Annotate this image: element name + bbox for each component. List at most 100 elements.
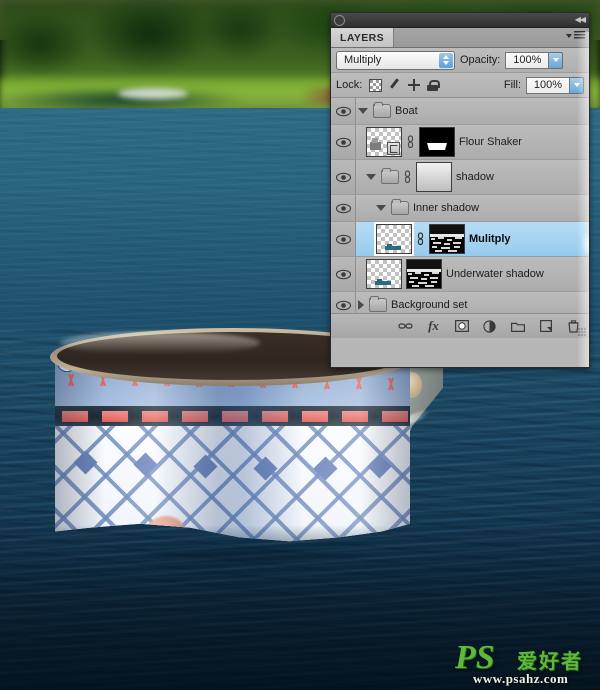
- red-tick-motif: [341, 410, 369, 423]
- blend-mode-select[interactable]: Multiply: [336, 50, 455, 70]
- chevron-down-icon: [566, 33, 572, 38]
- layer-visibility-toggle[interactable]: [331, 257, 356, 291]
- site-watermark: PS 爱好者 www.psahz.com: [455, 641, 595, 687]
- peach-figure-motif: [147, 516, 185, 542]
- link-icon[interactable]: [416, 232, 425, 246]
- layer-content[interactable]: Inner shadow: [356, 195, 589, 221]
- table-row[interactable]: Boat: [331, 98, 589, 125]
- table-row[interactable]: Mulitply: [331, 222, 589, 257]
- opacity-label: Opacity:: [460, 54, 501, 66]
- layer-content[interactable]: Flour Shaker: [356, 125, 589, 159]
- pot-waterline-shading: [55, 525, 410, 542]
- adjustment-layer-icon[interactable]: [482, 319, 497, 334]
- eye-icon: [335, 137, 351, 148]
- eye-icon: [335, 172, 351, 183]
- red-tick-motif: [221, 410, 249, 423]
- layer-list[interactable]: Boat Flour Shaker shadow Inner shadow Mu…: [331, 98, 589, 313]
- lock-image-icon[interactable]: [389, 79, 401, 91]
- panel-titlebar[interactable]: ◀◀: [331, 13, 589, 28]
- panel-menu-button[interactable]: [566, 31, 585, 40]
- floret-motif: [351, 377, 367, 389]
- disclosure-triangle-icon[interactable]: [376, 205, 386, 211]
- layer-content[interactable]: shadow: [356, 160, 589, 194]
- watermark-chinese-text: 爱好者: [517, 651, 583, 673]
- layer-content[interactable]: Background set: [356, 292, 589, 313]
- layer-name: Flour Shaker: [459, 136, 522, 148]
- eye-icon: [335, 203, 351, 214]
- red-tick-motif: [261, 410, 289, 423]
- opacity-control[interactable]: 100%: [505, 51, 564, 69]
- red-tick-motif: [381, 410, 409, 423]
- layer-thumbnail[interactable]: [366, 259, 402, 289]
- table-row[interactable]: Flour Shaker: [331, 125, 589, 160]
- floret-motif: [63, 374, 79, 386]
- layer-visibility-toggle[interactable]: [331, 222, 356, 256]
- panel-footer-toolbar[interactable]: fx: [331, 313, 589, 338]
- disclosure-triangle-icon[interactable]: [358, 300, 364, 310]
- layer-content[interactable]: Mulitply: [356, 222, 589, 256]
- lock-row[interactable]: Lock: Fill: 100%: [331, 73, 589, 98]
- red-tick-motif: [61, 410, 89, 423]
- folder-icon: [391, 199, 409, 215]
- table-row[interactable]: Underwater shadow: [331, 257, 589, 292]
- folder-icon: [373, 102, 391, 118]
- lock-transparency-icon[interactable]: [369, 78, 383, 92]
- group-mask-thumbnail[interactable]: [416, 162, 452, 192]
- layer-visibility-toggle[interactable]: [331, 292, 356, 313]
- lock-label: Lock:: [336, 79, 363, 91]
- watermark-logo: PS: [455, 639, 495, 676]
- smart-object-badge-icon: [387, 142, 400, 155]
- blend-mode-stepper[interactable]: [439, 52, 453, 68]
- layer-visibility-toggle[interactable]: [331, 160, 356, 194]
- pot-rim-highlight: [60, 332, 260, 354]
- link-icon[interactable]: [406, 135, 415, 149]
- layer-mask-thumbnail[interactable]: [429, 224, 465, 254]
- table-row[interactable]: shadow: [331, 160, 589, 195]
- link-icon[interactable]: [403, 170, 412, 184]
- layer-visibility-toggle[interactable]: [331, 125, 356, 159]
- fill-control[interactable]: Fill: 100%: [504, 76, 584, 94]
- resize-grip-icon[interactable]: [578, 328, 587, 337]
- screenshot-root: ◀◀ LAYERS Multiply Opacity: 100% Lock: F…: [0, 0, 600, 690]
- folder-icon: [369, 296, 387, 312]
- watermark-url: www.psahz.com: [473, 671, 569, 686]
- fill-input[interactable]: 100%: [526, 76, 570, 94]
- fill-dropdown-arrow[interactable]: [570, 76, 584, 94]
- layer-mask-thumbnail[interactable]: [419, 127, 455, 157]
- opacity-dropdown-arrow[interactable]: [549, 51, 564, 69]
- table-row[interactable]: Inner shadow: [331, 195, 589, 222]
- layer-mask-thumbnail[interactable]: [406, 259, 442, 289]
- link-layers-icon[interactable]: [398, 319, 413, 334]
- new-group-icon[interactable]: [510, 319, 525, 334]
- blend-opacity-row[interactable]: Multiply Opacity: 100%: [331, 48, 589, 73]
- layer-style-fx-icon[interactable]: fx: [426, 318, 441, 334]
- layer-content[interactable]: Boat: [356, 98, 589, 124]
- pot-water-reflection: [75, 550, 405, 590]
- tab-empty-area: [394, 28, 589, 47]
- lock-position-icon[interactable]: [408, 79, 421, 91]
- tab-layers[interactable]: LAYERS: [331, 28, 395, 47]
- eye-icon: [335, 234, 351, 245]
- layer-thumbnail[interactable]: [366, 127, 402, 157]
- panel-tab-row[interactable]: LAYERS: [331, 28, 589, 48]
- layers-panel[interactable]: ◀◀ LAYERS Multiply Opacity: 100% Lock: F…: [330, 12, 590, 368]
- layer-visibility-toggle[interactable]: [331, 195, 356, 221]
- collapse-panel-icon[interactable]: ◀◀: [575, 15, 586, 24]
- new-layer-icon[interactable]: [538, 319, 553, 334]
- red-tick-motif: [101, 410, 129, 423]
- disclosure-triangle-icon[interactable]: [366, 174, 376, 180]
- layer-content[interactable]: Underwater shadow: [356, 257, 589, 291]
- layer-thumbnail[interactable]: [374, 222, 414, 256]
- table-row[interactable]: Background set: [331, 292, 589, 313]
- add-layer-mask-icon[interactable]: [454, 319, 469, 334]
- opacity-input[interactable]: 100%: [505, 51, 550, 69]
- eye-icon: [335, 300, 351, 311]
- layer-visibility-toggle[interactable]: [331, 98, 356, 124]
- panel-options-dot-icon[interactable]: [334, 15, 345, 26]
- lock-buttons[interactable]: [369, 78, 441, 92]
- layer-name: Boat: [395, 105, 418, 117]
- red-tick-motif: [181, 410, 209, 423]
- disclosure-triangle-icon[interactable]: [358, 108, 368, 114]
- blend-mode-value: Multiply: [344, 54, 382, 66]
- lock-all-icon[interactable]: [427, 79, 441, 91]
